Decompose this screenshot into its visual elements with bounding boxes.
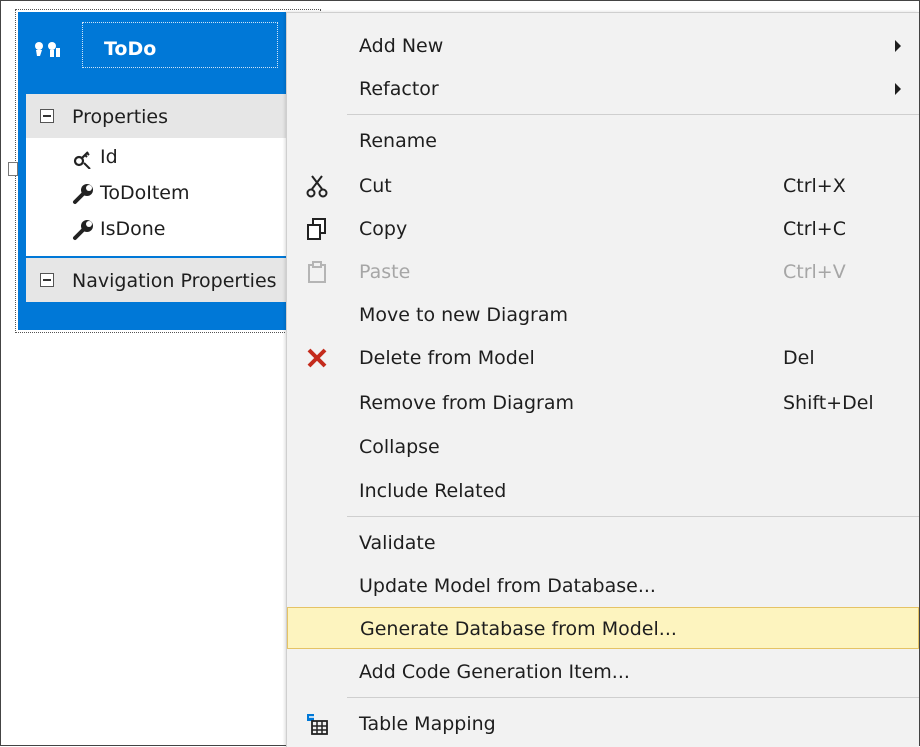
submenu-arrow-icon (895, 40, 901, 52)
menu-item-label: Update Model from Database... (359, 575, 656, 597)
menu-item-label: Remove from Diagram (359, 392, 574, 414)
menu-item-label: Validate (359, 532, 436, 554)
key-property-icon (73, 151, 91, 169)
properties-section-label: Properties (72, 106, 169, 128)
menu-item-table-mapping[interactable]: Table Mapping (287, 703, 919, 745)
collapse-toggle-icon[interactable] (40, 109, 54, 123)
property-label: IsDone (100, 218, 166, 240)
menu-item-validate[interactable]: Validate (287, 522, 919, 564)
navigation-properties-section-header[interactable]: Navigation Properties (26, 258, 316, 302)
menu-item-copy[interactable]: Copy Ctrl+C (287, 208, 919, 250)
resize-handle[interactable] (8, 162, 18, 176)
menu-item-update-model[interactable]: Update Model from Database... (287, 565, 919, 607)
menu-item-label: Move to new Diagram (359, 304, 568, 326)
menu-item-refactor[interactable]: Refactor (287, 68, 919, 110)
menu-item-paste: Paste Ctrl+V (287, 251, 919, 293)
menu-item-label: Collapse (359, 436, 440, 458)
entity-shape-todo[interactable]: ToDo Properties Id ToDoItem IsDone Navig… (15, 9, 321, 333)
menu-item-shortcut: Shift+Del (783, 392, 874, 414)
menu-item-move-to-new-diagram[interactable]: Move to new Diagram (287, 294, 919, 336)
menu-item-remove-from-diagram[interactable]: Remove from Diagram Shift+Del (287, 382, 919, 424)
menu-item-label: Paste (359, 261, 411, 283)
delete-x-icon (307, 348, 327, 368)
context-menu: Add New Refactor Rename Cut Ctrl+X Copy … (286, 12, 919, 747)
entity-title[interactable]: ToDo (104, 38, 156, 60)
menu-item-label: Refactor (359, 78, 439, 100)
collapse-toggle-icon[interactable] (40, 273, 54, 287)
menu-item-label: Delete from Model (359, 347, 535, 369)
menu-item-rename[interactable]: Rename (287, 120, 919, 162)
table-mapping-icon (307, 714, 328, 735)
menu-item-add-code-generation[interactable]: Add Code Generation Item... (287, 651, 919, 693)
menu-item-label: Generate Database from Model... (360, 618, 677, 640)
entity-header[interactable]: ToDo (18, 12, 318, 82)
menu-separator (347, 697, 919, 698)
property-label: Id (100, 146, 118, 168)
menu-item-shortcut: Ctrl+C (783, 218, 846, 240)
menu-item-shortcut: Ctrl+X (783, 175, 846, 197)
property-label: ToDoItem (100, 182, 190, 204)
menu-item-delete-from-model[interactable]: Delete from Model Del (287, 337, 919, 379)
menu-item-label: Add New (359, 35, 444, 57)
submenu-arrow-icon (895, 83, 901, 95)
menu-item-add-new[interactable]: Add New (287, 25, 919, 67)
menu-item-label: Copy (359, 218, 408, 240)
menu-item-label: Rename (359, 130, 437, 152)
menu-item-shortcut: Ctrl+V (783, 261, 846, 283)
menu-separator (347, 114, 919, 115)
menu-item-cut[interactable]: Cut Ctrl+X (287, 165, 919, 207)
entity-type-icon (35, 42, 60, 57)
properties-list: Id ToDoItem IsDone (26, 138, 316, 256)
menu-item-shortcut: Del (783, 347, 815, 369)
menu-item-generate-database[interactable]: Generate Database from Model... (287, 607, 919, 649)
menu-item-label: Table Mapping (359, 713, 496, 735)
navigation-section-label: Navigation Properties (72, 270, 277, 292)
menu-item-label: Add Code Generation Item... (359, 661, 630, 683)
menu-item-label: Cut (359, 175, 392, 197)
wrench-property-icon (73, 184, 93, 204)
menu-separator (347, 516, 919, 517)
properties-section-header[interactable]: Properties (26, 94, 316, 138)
scissors-icon (306, 175, 328, 198)
paste-icon (308, 261, 326, 283)
entity-footer (18, 302, 318, 330)
menu-item-collapse[interactable]: Collapse (287, 426, 919, 468)
menu-item-label: Include Related (359, 480, 507, 502)
wrench-property-icon (73, 220, 93, 240)
copy-icon (307, 218, 326, 240)
menu-item-include-related[interactable]: Include Related (287, 470, 919, 512)
